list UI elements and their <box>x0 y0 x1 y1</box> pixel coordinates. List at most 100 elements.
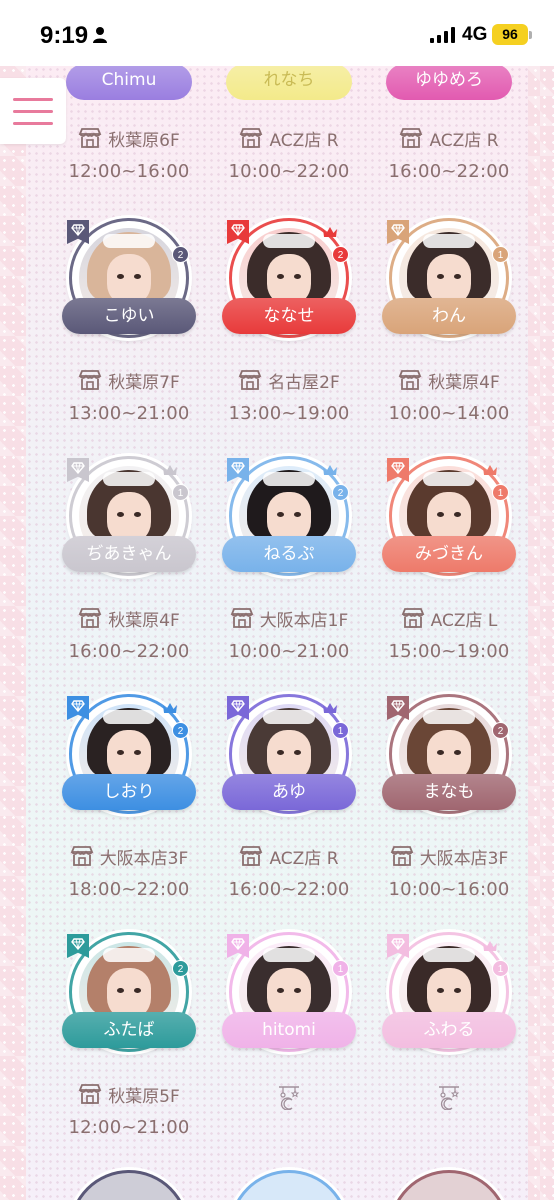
cast-avatar[interactable]: 1 ぢあきゃん <box>54 456 204 578</box>
diamond-icon <box>391 224 405 236</box>
shift-info: ACZ店 R 10:00~22:00 <box>214 126 364 182</box>
rank-badge: 2 <box>172 246 189 263</box>
location-text: ACZ店 R <box>269 130 339 151</box>
location-text: 秋葉原4F <box>428 372 500 393</box>
shop-icon <box>78 370 102 390</box>
location-text: 大阪本店3F <box>419 848 509 869</box>
shift-hours: 16:00~22:00 <box>388 161 510 182</box>
cast-name[interactable]: ななせ <box>222 298 356 334</box>
diamond-icon <box>71 938 85 950</box>
cast-name-chip[interactable]: ゆゆめろ <box>386 66 512 100</box>
shift-location: ACZ店 R <box>374 126 524 151</box>
cast-avatar[interactable]: 2 ねるぷ <box>214 456 364 578</box>
photo-eye <box>437 274 444 279</box>
diamond-icon <box>71 224 85 236</box>
shop-icon <box>401 608 424 628</box>
rank-badge: 2 <box>332 484 349 501</box>
shop-icon <box>240 846 263 866</box>
cast-avatar[interactable]: 1 わん <box>374 218 524 340</box>
shift-info: 大阪本店1F 10:00~21:00 <box>214 606 364 662</box>
location-text: ACZ店 L <box>430 610 498 631</box>
shop-icon <box>230 608 254 628</box>
shift-location: ACZ店 R <box>214 126 364 151</box>
diamond-icon <box>231 462 245 474</box>
hamburger-icon <box>13 98 53 101</box>
cast-avatar[interactable]: 1 ふわる <box>374 932 524 1054</box>
cast-name[interactable]: まなも <box>382 774 516 810</box>
crown-icon <box>163 465 177 475</box>
photo-eye <box>454 274 461 279</box>
cast-name[interactable]: ぢあきゃん <box>62 536 196 572</box>
shift-location: 大阪本店3F <box>374 844 524 869</box>
diamond-badge <box>227 934 249 958</box>
crown-icon <box>323 227 337 237</box>
menu-button[interactable] <box>0 78 66 144</box>
cast-name[interactable]: hitomi <box>222 1012 356 1048</box>
diamond-badge <box>387 220 409 244</box>
cast-name[interactable]: みづきん <box>382 536 516 572</box>
cast-name[interactable]: こゆい <box>62 298 196 334</box>
location-text: 秋葉原7F <box>108 372 180 393</box>
photo-eye <box>437 988 444 993</box>
photo-eye <box>294 512 301 517</box>
moon-icon <box>279 1086 300 1110</box>
shift-location: ACZ店 L <box>374 606 524 631</box>
diamond-badge <box>387 934 409 958</box>
shift-location: 大阪本店1F <box>214 606 364 631</box>
cast-name[interactable]: ねるぷ <box>222 536 356 572</box>
diamond-badge <box>67 696 89 720</box>
network-type: 4G <box>462 24 488 45</box>
shift-location: 秋葉原7F <box>54 368 204 393</box>
battery-level: 96 <box>492 24 528 45</box>
photo-eye <box>294 750 301 755</box>
rank-badge: 1 <box>332 960 349 977</box>
cast-name[interactable]: しおり <box>62 774 196 810</box>
moon-icon <box>439 1086 460 1110</box>
cast-name[interactable]: ふたば <box>62 1012 196 1048</box>
cast-name[interactable]: あゆ <box>222 774 356 810</box>
photo-eye <box>117 512 124 517</box>
location-text: 秋葉原5F <box>108 1086 180 1107</box>
cast-avatar[interactable]: 2 ふたば <box>54 932 204 1054</box>
location-text: 大阪本店3F <box>99 848 189 869</box>
crown-icon <box>483 941 497 951</box>
shift-info: 秋葉原6F 12:00~16:00 <box>54 126 204 182</box>
diamond-icon <box>231 938 245 950</box>
rank-badge: 1 <box>172 484 189 501</box>
photo-eye <box>277 274 284 279</box>
shift-hours: 12:00~21:00 <box>68 1117 190 1138</box>
cast-name-chip[interactable]: Chimu <box>66 66 192 100</box>
location-text: 大阪本店1F <box>259 610 349 631</box>
diamond-badge <box>67 934 89 958</box>
cast-avatar[interactable]: 2 しおり <box>54 694 204 816</box>
photo-eye <box>454 750 461 755</box>
status-bar: 9:19 4G 96 <box>0 0 554 66</box>
photo-headpiece <box>263 472 315 486</box>
crown-icon <box>323 703 337 713</box>
shift-hours: 12:00~16:00 <box>68 161 190 182</box>
cast-avatar[interactable]: 1 あゆ <box>214 694 364 816</box>
photo-headpiece <box>423 710 475 724</box>
shift-location: 秋葉原6F <box>54 126 204 151</box>
photo-eye <box>134 988 141 993</box>
rank-badge: 2 <box>332 246 349 263</box>
rank-badge: 1 <box>492 484 509 501</box>
shift-info: 大阪本店3F 10:00~16:00 <box>374 844 524 900</box>
cast-avatar[interactable]: 2 ななせ <box>214 218 364 340</box>
person-icon <box>93 27 107 43</box>
shop-icon <box>390 846 414 866</box>
shift-location: 秋葉原4F <box>54 606 204 631</box>
shift-info: 秋葉原4F 16:00~22:00 <box>54 606 204 662</box>
cast-avatar[interactable]: 2 こゆい <box>54 218 204 340</box>
rank-badge: 1 <box>492 246 509 263</box>
cast-name-chip[interactable]: れなち <box>226 66 352 100</box>
page-background: Chimu 秋葉原6F 12:00~16:00 れなち ACZ店 R 10:00~22:0… <box>0 66 554 1200</box>
cast-name[interactable]: わん <box>382 298 516 334</box>
cast-avatar[interactable]: 2 まなも <box>374 694 524 816</box>
shift-info: ACZ店 R 16:00~22:00 <box>374 126 524 182</box>
cast-name[interactable]: ふわる <box>382 1012 516 1048</box>
diamond-badge <box>387 696 409 720</box>
cast-avatar[interactable]: 1 みづきん <box>374 456 524 578</box>
shift-hours: 10:00~16:00 <box>388 879 510 900</box>
cast-avatar[interactable]: 1 hitomi <box>214 932 364 1054</box>
